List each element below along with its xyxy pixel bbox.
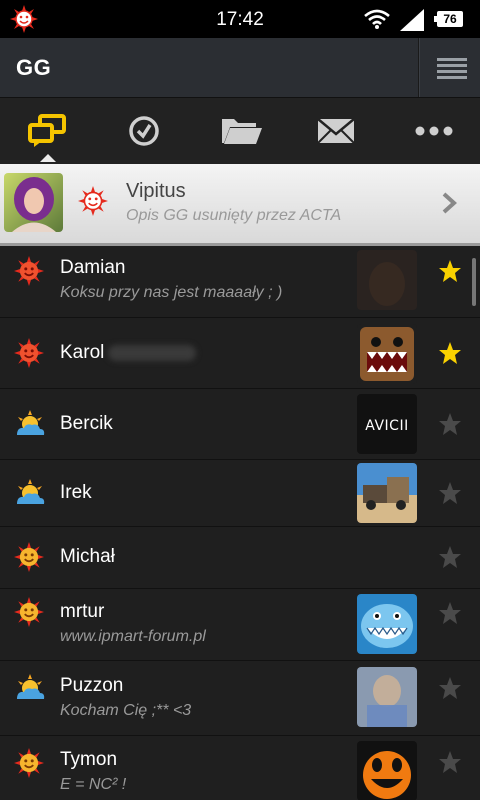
tab-messages[interactable] <box>288 98 384 164</box>
app-title: GG <box>16 55 52 80</box>
status-available-icon <box>14 542 44 572</box>
status-bar: 17:42 76 <box>0 0 480 38</box>
signal-icon <box>400 9 424 31</box>
own-profile-card[interactable]: Vipitus Opis GG usunięty przez ACTA <box>0 164 480 246</box>
profile-avatar <box>4 173 63 232</box>
favorite-star-icon[interactable] <box>438 259 462 283</box>
contact-list: Damian Koksu przy nas jest maaaały ; ) K… <box>0 246 480 800</box>
contact-description: Kocham Cię ;** <3 <box>60 702 192 719</box>
contact-row[interactable]: Bercik AVICII <box>0 389 480 460</box>
favorite-star-icon[interactable] <box>438 481 462 505</box>
contact-avatar <box>357 250 417 310</box>
contact-name: Tymon <box>60 749 118 770</box>
status-away-icon <box>17 479 45 504</box>
chevron-right-icon <box>442 192 457 214</box>
folder-icon <box>222 119 262 144</box>
blurred-surname <box>108 344 197 361</box>
contact-avatar: AVICII <box>357 394 417 454</box>
profile-name: Vipitus <box>126 180 186 202</box>
contact-name: Michał <box>60 546 115 567</box>
favorite-star-icon[interactable] <box>438 341 462 365</box>
status-away-icon <box>17 410 45 435</box>
tab-more[interactable] <box>384 98 480 164</box>
contact-row[interactable]: Tymon E = NC² ! <box>0 736 480 800</box>
favorite-star-icon[interactable] <box>438 676 462 700</box>
status-available-icon <box>14 748 44 778</box>
contact-row[interactable]: Puzzon Kocham Cię ;** <3 <box>0 661 480 736</box>
contact-row[interactable]: mrtur www.ipmart-forum.pl <box>0 589 480 661</box>
battery-icon: 76 <box>437 11 463 27</box>
status-away-icon <box>17 674 45 699</box>
tab-bar <box>0 98 480 164</box>
contact-avatar <box>357 667 417 727</box>
mail-icon <box>317 118 355 144</box>
menu-button[interactable] <box>418 38 480 97</box>
contact-avatar <box>357 463 417 523</box>
scrollbar[interactable] <box>472 258 476 306</box>
tab-conversations[interactable] <box>0 98 96 164</box>
contact-row[interactable]: Karol <box>0 318 480 389</box>
contact-name: Bercik <box>60 413 113 434</box>
contact-row[interactable]: Irek <box>0 460 480 527</box>
avatar-logo-text: AVICII <box>365 418 408 434</box>
conversations-icon <box>28 114 66 147</box>
contact-name: Damian <box>60 257 126 278</box>
contact-name: Karol <box>60 342 197 364</box>
contact-description: www.ipmart-forum.pl <box>60 628 206 645</box>
more-icon <box>415 126 453 136</box>
favorite-star-icon[interactable] <box>438 412 462 436</box>
status-available-icon <box>14 597 44 627</box>
contact-avatar <box>357 324 417 384</box>
contact-description: E = NC² ! <box>60 776 127 793</box>
contact-row[interactable]: Michał <box>0 527 480 589</box>
status-available-icon <box>14 256 44 286</box>
contact-name: Puzzon <box>60 675 124 696</box>
active-tab-indicator <box>40 154 56 162</box>
status-available-icon <box>14 338 44 368</box>
favorite-star-icon[interactable] <box>438 750 462 774</box>
contact-avatar <box>357 741 417 800</box>
tab-files[interactable] <box>192 98 288 164</box>
favorite-star-icon[interactable] <box>438 545 462 569</box>
status-available-icon <box>78 186 108 216</box>
battery-level: 76 <box>443 12 457 26</box>
contact-row[interactable]: Damian Koksu przy nas jest maaaały ; ) <box>0 246 480 318</box>
favorite-star-icon[interactable] <box>438 601 462 625</box>
wifi-icon <box>364 9 390 29</box>
contact-description: Koksu przy nas jest maaaały ; ) <box>60 284 283 301</box>
app-bar: GG <box>0 38 480 98</box>
profile-description: Opis GG usunięty przez ACTA <box>126 207 342 224</box>
history-icon <box>129 116 159 146</box>
contact-avatar <box>357 594 417 654</box>
contact-name: Irek <box>60 482 92 503</box>
contact-name-text: Karol <box>60 342 105 363</box>
tab-history[interactable] <box>96 98 192 164</box>
contact-name: mrtur <box>60 601 105 622</box>
